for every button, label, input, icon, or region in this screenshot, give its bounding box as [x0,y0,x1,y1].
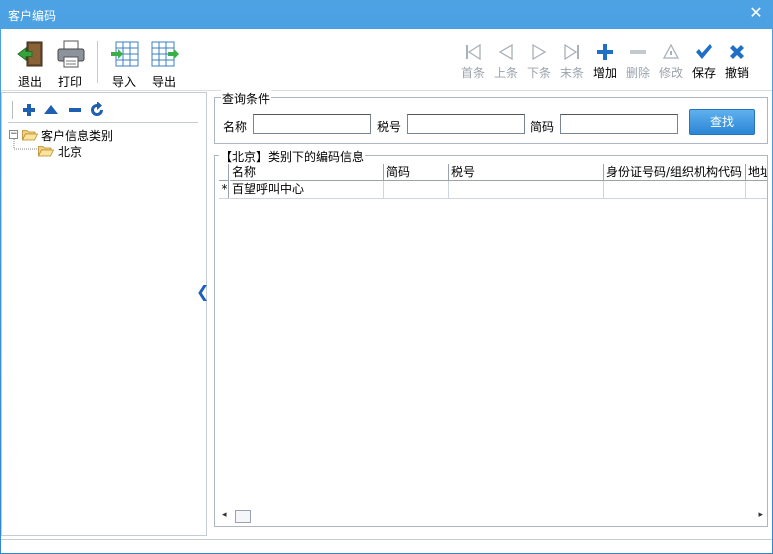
prev-record-icon [498,43,513,61]
toolbar-separator [97,41,98,83]
exit-label: 退出 [17,75,42,89]
first-record-icon [466,43,481,61]
app-window: 客户编码 ✕ 退出 打印 导入 导出 首条 上条 下条 末条 增加 删除 修改 … [0,0,773,554]
plus-icon [597,44,613,60]
export-label: 导出 [151,75,176,89]
tree-toolbar [8,97,198,123]
print-button[interactable]: 打印 [53,39,87,89]
table-cell-id-code[interactable] [604,181,746,199]
scroll-right-icon[interactable]: ▸ [758,510,763,520]
last-record-icon [564,43,579,61]
table-cell-address[interactable] [746,181,767,199]
next-record-button[interactable]: 下条 [524,43,554,83]
import-label: 导入 [111,75,136,89]
horizontal-scrollbar[interactable]: ◂ ▸ [219,508,767,525]
tax-number-input[interactable] [407,114,525,134]
query-conditions-legend: 查询条件 [221,90,272,107]
first-record-button[interactable]: 首条 [458,43,488,83]
table-cell-short-code[interactable] [384,181,449,199]
export-button[interactable]: 导出 [147,39,181,89]
delete-button[interactable]: 删除 [623,43,653,83]
tree-add-icon[interactable] [21,102,37,118]
column-header-address[interactable]: 地址 [746,164,767,181]
add-button[interactable]: 增加 [590,43,620,83]
prev-record-button[interactable]: 上条 [491,43,521,83]
tree-remove-icon[interactable] [67,102,83,118]
table-cell-tax-number[interactable] [449,181,604,199]
printer-icon [57,40,85,68]
title-bar: 客户编码 ✕ [0,0,773,29]
column-header-tax-number[interactable]: 税号 [449,164,604,181]
row-header-corner [219,164,229,181]
checkmark-icon [696,44,712,59]
exit-door-icon [17,41,43,67]
short-code-input[interactable] [560,114,678,134]
tree-toolbar-separator [12,101,13,119]
scroll-left-icon[interactable]: ◂ [222,510,227,520]
print-label: 打印 [57,75,82,89]
name-label: 名称 [223,120,248,134]
search-button[interactable]: 查找 [689,109,755,135]
scrollbar-thumb[interactable] [235,510,251,523]
cancel-label: 撤销 [724,66,749,80]
collapse-left-pane-icon[interactable]: ❮ [196,282,209,301]
import-table-icon [111,41,139,67]
toolbar: 退出 打印 导入 导出 首条 上条 下条 末条 增加 删除 修改 保存 撤销 [1,29,772,91]
minus-icon [630,50,646,54]
edit-button[interactable]: 修改 [656,43,686,83]
client-area: 退出 打印 导入 导出 首条 上条 下条 末条 增加 删除 修改 保存 撤销 −… [1,29,772,553]
tree-refresh-icon[interactable] [89,102,105,118]
code-info-legend: 【北京】类别下的编码信息 [219,148,366,165]
edit-triangle-icon [662,43,680,59]
code-info-grid: 名称 简码 税号 身份证号码/组织机构代码 地址 * 百望呼叫中心 [219,164,767,516]
cancel-button[interactable]: 撤销 [722,43,752,83]
column-header-name[interactable]: 名称 [230,164,384,181]
short-code-label: 简码 [530,120,555,134]
folder-open-icon [38,146,54,157]
import-button[interactable]: 导入 [107,39,141,89]
export-table-icon [151,41,179,67]
close-icon[interactable]: ✕ [745,2,767,24]
name-input[interactable] [253,114,371,134]
last-record-button[interactable]: 末条 [557,43,587,83]
tree-collapse-toggle[interactable]: − [9,130,18,139]
tree-node-root-label: 客户信息类别 [41,129,114,143]
query-conditions-group: 查询条件 名称 税号 简码 查找 [214,90,768,144]
tree-node-beijing-label: 北京 [58,145,83,159]
column-header-id-code[interactable]: 身份证号码/组织机构代码 [604,164,746,181]
table-cell-name[interactable]: 百望呼叫中心 [230,181,384,199]
code-info-group: 【北京】类别下的编码信息 名称 简码 税号 身份证号码/组织机构代码 地址 * … [214,148,768,527]
status-bar [1,539,772,553]
exit-button[interactable]: 退出 [13,39,47,89]
save-button[interactable]: 保存 [689,43,719,83]
tree-move-up-icon[interactable] [43,102,59,118]
cancel-x-icon [730,45,744,59]
column-header-short-code[interactable]: 简码 [384,164,449,181]
category-tree-pane: − 客户信息类别 北京 [1,92,207,536]
tax-number-label: 税号 [377,120,402,134]
window-title: 客户编码 [8,9,57,23]
row-marker: * [219,181,229,199]
next-record-icon [532,43,547,61]
